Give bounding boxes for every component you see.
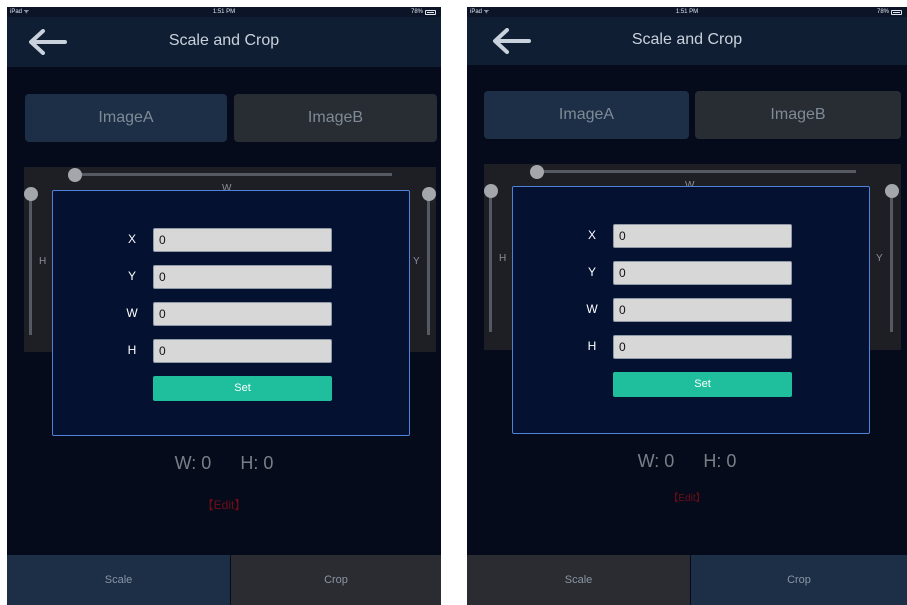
- tab-scale[interactable]: Scale: [7, 555, 230, 605]
- width-slider-track[interactable]: [538, 170, 856, 173]
- edit-link[interactable]: 【Edit】: [7, 496, 441, 513]
- field-label-y: Y: [127, 269, 136, 283]
- set-button[interactable]: Set: [613, 372, 792, 397]
- height-readout: H: 0: [703, 451, 737, 471]
- height-slider-track[interactable]: [29, 195, 32, 335]
- battery-icon: [891, 9, 902, 15]
- edit-link[interactable]: 【Edit】: [467, 489, 907, 504]
- width-slider-knob[interactable]: [68, 168, 82, 182]
- crop-input-dialog: X 0 Y 0 W 0 H 0 Set: [52, 190, 410, 436]
- field-row-h: H 0: [513, 335, 869, 359]
- segment-imageb[interactable]: ImageB: [234, 94, 437, 142]
- field-label-x: X: [127, 232, 136, 246]
- field-label-w: W: [126, 306, 138, 320]
- field-row-w: W 0: [513, 298, 869, 322]
- width-readout: W: 0: [174, 453, 212, 473]
- y-slider-track[interactable]: [890, 192, 893, 332]
- tab-crop[interactable]: Crop: [231, 555, 441, 605]
- page-title: Scale and Crop: [168, 32, 280, 49]
- nav-bar: Scale and Crop: [467, 17, 907, 65]
- x-input[interactable]: 0: [153, 228, 332, 252]
- y-slider-knob[interactable]: [422, 187, 436, 201]
- ipad-screen-crop: iPad ᯤ 1:51 PM 78% Scale and Crop ImageA…: [467, 7, 907, 605]
- h-axis-label: H: [39, 256, 47, 267]
- nav-bar: Scale and Crop: [7, 17, 441, 67]
- height-slider-knob[interactable]: [24, 187, 38, 201]
- width-slider-knob[interactable]: [530, 165, 544, 179]
- field-row-h: H 0: [53, 339, 409, 363]
- battery-percent: 78%: [876, 9, 889, 15]
- battery-indicator: 78%: [411, 7, 436, 17]
- y-slider-track[interactable]: [427, 195, 430, 335]
- field-row-y: Y 0: [513, 261, 869, 285]
- field-row-x: X 0: [513, 224, 869, 248]
- y-axis-label: Y: [413, 256, 420, 267]
- page-title: Scale and Crop: [631, 31, 743, 48]
- height-slider-knob[interactable]: [484, 184, 498, 198]
- dimension-readout: W: 0 H: 0: [7, 453, 441, 474]
- clock: 1:51 PM: [675, 9, 699, 15]
- width-readout: W: 0: [637, 451, 675, 471]
- field-row-y: Y 0: [53, 265, 409, 289]
- height-slider-track[interactable]: [489, 192, 492, 332]
- field-label-h: H: [587, 339, 597, 353]
- battery-indicator: 78%: [877, 7, 902, 17]
- width-slider-track[interactable]: [76, 173, 392, 176]
- field-row-x: X 0: [53, 228, 409, 252]
- status-bar: iPad ᯤ 1:51 PM 78%: [467, 7, 907, 17]
- field-label-x: X: [587, 228, 596, 242]
- y-input[interactable]: 0: [153, 265, 332, 289]
- tab-crop[interactable]: Crop: [691, 555, 907, 605]
- segment-imagea[interactable]: ImageA: [25, 94, 227, 142]
- y-input[interactable]: 0: [613, 261, 792, 285]
- y-axis-label: Y: [876, 253, 883, 264]
- h-input[interactable]: 0: [153, 339, 332, 363]
- crop-input-dialog: X 0 Y 0 W 0 H 0 Set: [512, 186, 870, 434]
- w-input[interactable]: 0: [153, 302, 332, 326]
- segment-imageb[interactable]: ImageB: [695, 91, 901, 139]
- clock: 1:51 PM: [212, 9, 236, 15]
- w-input[interactable]: 0: [613, 298, 792, 322]
- battery-icon: [425, 9, 436, 15]
- h-input[interactable]: 0: [613, 335, 792, 359]
- tab-scale[interactable]: Scale: [467, 555, 690, 605]
- set-button[interactable]: Set: [153, 376, 332, 401]
- field-label-h: H: [127, 343, 137, 357]
- field-label-y: Y: [587, 265, 596, 279]
- height-readout: H: 0: [240, 453, 274, 473]
- segment-imagea[interactable]: ImageA: [484, 91, 689, 139]
- ipad-screen-scale: iPad ᯤ 1:51 PM 78% Scale and Crop ImageA…: [7, 7, 441, 605]
- x-input[interactable]: 0: [613, 224, 792, 248]
- y-slider-knob[interactable]: [885, 184, 899, 198]
- h-axis-label: H: [499, 253, 507, 264]
- dimension-readout: W: 0 H: 0: [467, 451, 907, 472]
- status-bar: iPad ᯤ 1:51 PM 78%: [7, 7, 441, 17]
- field-row-w: W 0: [53, 302, 409, 326]
- field-label-w: W: [586, 302, 598, 316]
- battery-percent: 78%: [410, 9, 423, 15]
